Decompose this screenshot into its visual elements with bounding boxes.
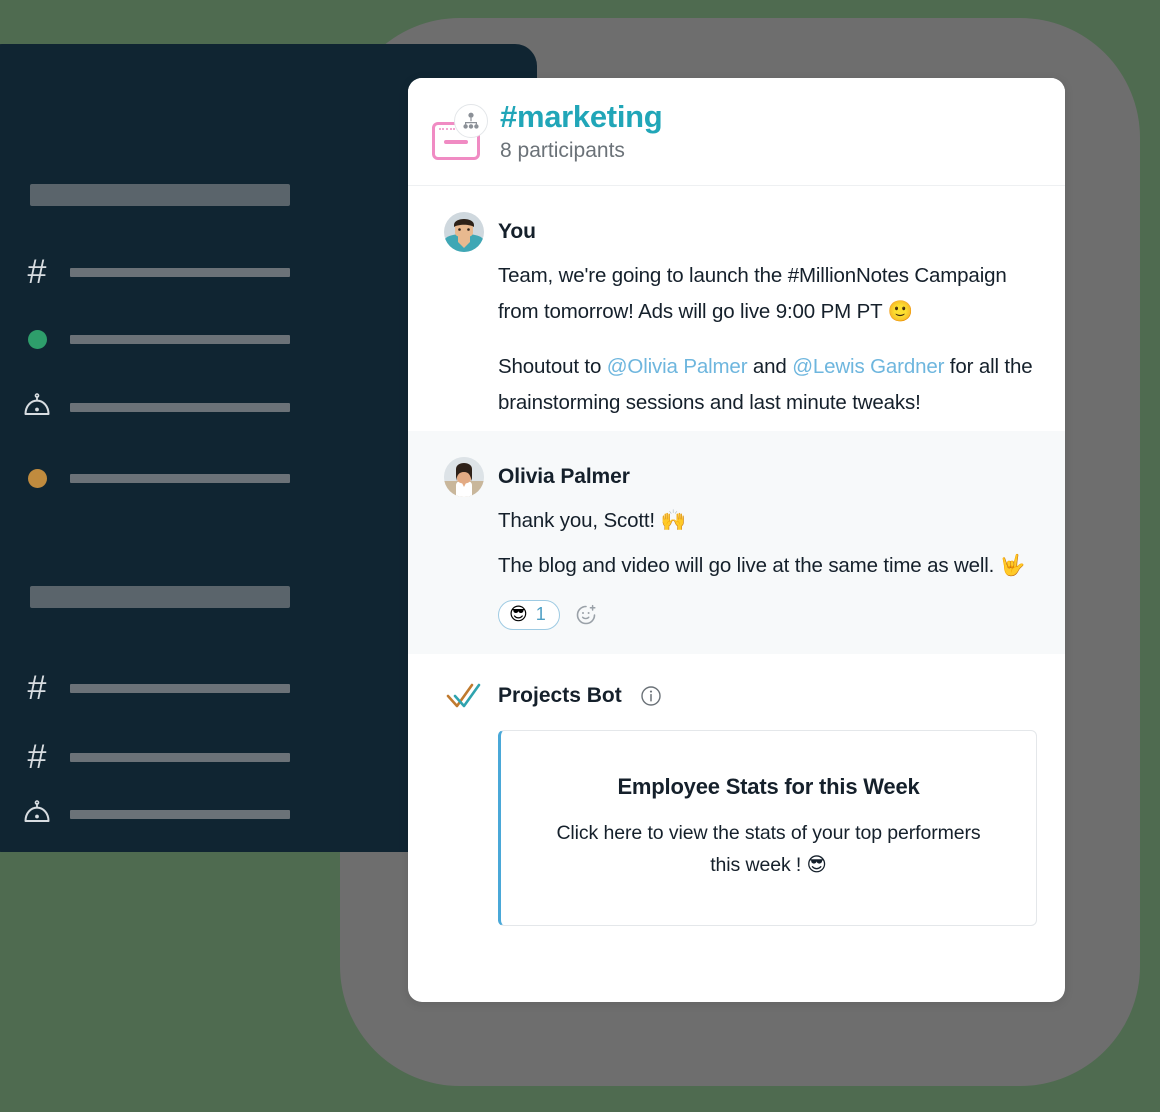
message-author: You: [498, 220, 536, 243]
info-icon[interactable]: [640, 685, 662, 707]
hash-icon: #: [27, 669, 47, 707]
message-paragraph: Thank you, Scott! 🙌: [498, 503, 1037, 539]
message-text: Thank you, Scott!: [498, 508, 661, 532]
sidebar-item-label-placeholder: [70, 752, 290, 762]
sunglasses-emoji: 😎: [509, 603, 528, 625]
message-olivia: Olivia Palmer Thank you, Scott! 🙌 The bl…: [408, 430, 1065, 654]
chat-window: #marketing 8 participants You Team, we'r…: [408, 78, 1065, 1002]
sidebar-item-4[interactable]: [20, 461, 290, 495]
reaction-count: 1: [535, 604, 546, 625]
sidebar-item-7[interactable]: [20, 797, 290, 831]
raising-hands-emoji: 🙌: [660, 507, 687, 532]
bot-icon: [20, 390, 54, 424]
message-text: The blog and video will go live at the s…: [498, 554, 1000, 578]
message-body: Team, we're going to launch the #Million…: [498, 258, 1037, 421]
message-paragraph: Shoutout to @Olivia Palmer and @Lewis Ga…: [498, 349, 1037, 420]
message-body: Thank you, Scott! 🙌 The blog and video w…: [498, 503, 1037, 584]
mention-lewis-gardner[interactable]: @Lewis Gardner: [792, 355, 944, 378]
message-header: Olivia Palmer: [444, 456, 1037, 497]
sidebar-item-3[interactable]: [20, 390, 290, 424]
message-author: Projects Bot: [498, 683, 622, 707]
bot-card-body: Click here to view the stats of your top…: [556, 822, 981, 877]
channel-avatar: [422, 102, 488, 162]
reaction-pill-sunglasses[interactable]: 😎 1: [498, 599, 560, 630]
message-header: You: [444, 212, 1037, 252]
message-paragraph: Team, we're going to launch the #Million…: [498, 258, 1037, 329]
sidebar-item-2[interactable]: [20, 322, 290, 356]
love-you-gesture-emoji: 🤟: [999, 553, 1026, 578]
message-paragraph: The blog and video will go live at the s…: [498, 548, 1037, 584]
double-check-icon: [444, 676, 484, 716]
message-header: Projects Bot: [444, 676, 1037, 716]
avatar[interactable]: [444, 456, 484, 497]
sunglasses-emoji: 😎: [806, 853, 827, 877]
message-text: and: [747, 355, 793, 379]
people-group-icon: [454, 103, 488, 138]
message-text: Team, we're going to launch the #Million…: [498, 264, 1007, 323]
mention-olivia-palmer[interactable]: @Olivia Palmer: [607, 355, 748, 378]
sidebar-item-label-placeholder: [70, 402, 290, 412]
slightly-smiling-face-emoji: 🙂: [887, 298, 914, 323]
channels-section-placeholder: [30, 586, 290, 608]
hash-icon: #: [27, 738, 47, 776]
message-text: Shoutout to: [498, 355, 607, 379]
sidebar-item-label-placeholder: [70, 809, 290, 819]
sidebar-item-label-placeholder: [70, 267, 290, 277]
add-reaction-icon[interactable]: [572, 601, 600, 629]
message-list: You Team, we're going to launch the #Mil…: [408, 186, 1065, 926]
status-dot-icon: [20, 461, 54, 495]
reaction-bar: 😎 1: [498, 599, 1037, 630]
sidebar-item-label-placeholder: [70, 683, 290, 693]
sidebar-item-1[interactable]: #: [20, 255, 290, 289]
avatar[interactable]: [444, 212, 484, 252]
status-dot-icon: [20, 322, 54, 356]
page-title: #marketing: [500, 98, 663, 134]
hash-icon: #: [27, 253, 47, 291]
channel-header: #marketing 8 participants: [408, 78, 1065, 186]
sidebar-item-label-placeholder: [70, 334, 290, 344]
participants-count: 8 participants: [500, 139, 625, 163]
message-you: You Team, we're going to launch the #Mil…: [408, 186, 1065, 431]
sidebar-item-label-placeholder: [70, 473, 290, 483]
bot-attachment-card[interactable]: Employee Stats for this Week Click here …: [498, 729, 1037, 926]
bot-card-text: Click here to view the stats of your top…: [539, 818, 998, 881]
message-projects-bot: Projects Bot Employee Stats for this Wee…: [408, 654, 1065, 926]
bot-card-title: Employee Stats for this Week: [617, 774, 920, 800]
message-author: Olivia Palmer: [498, 464, 630, 488]
sidebar-item-5[interactable]: #: [20, 671, 290, 705]
bot-icon: [20, 797, 54, 831]
sidebar-item-6[interactable]: #: [20, 740, 290, 774]
workspace-title-placeholder: [30, 184, 290, 206]
